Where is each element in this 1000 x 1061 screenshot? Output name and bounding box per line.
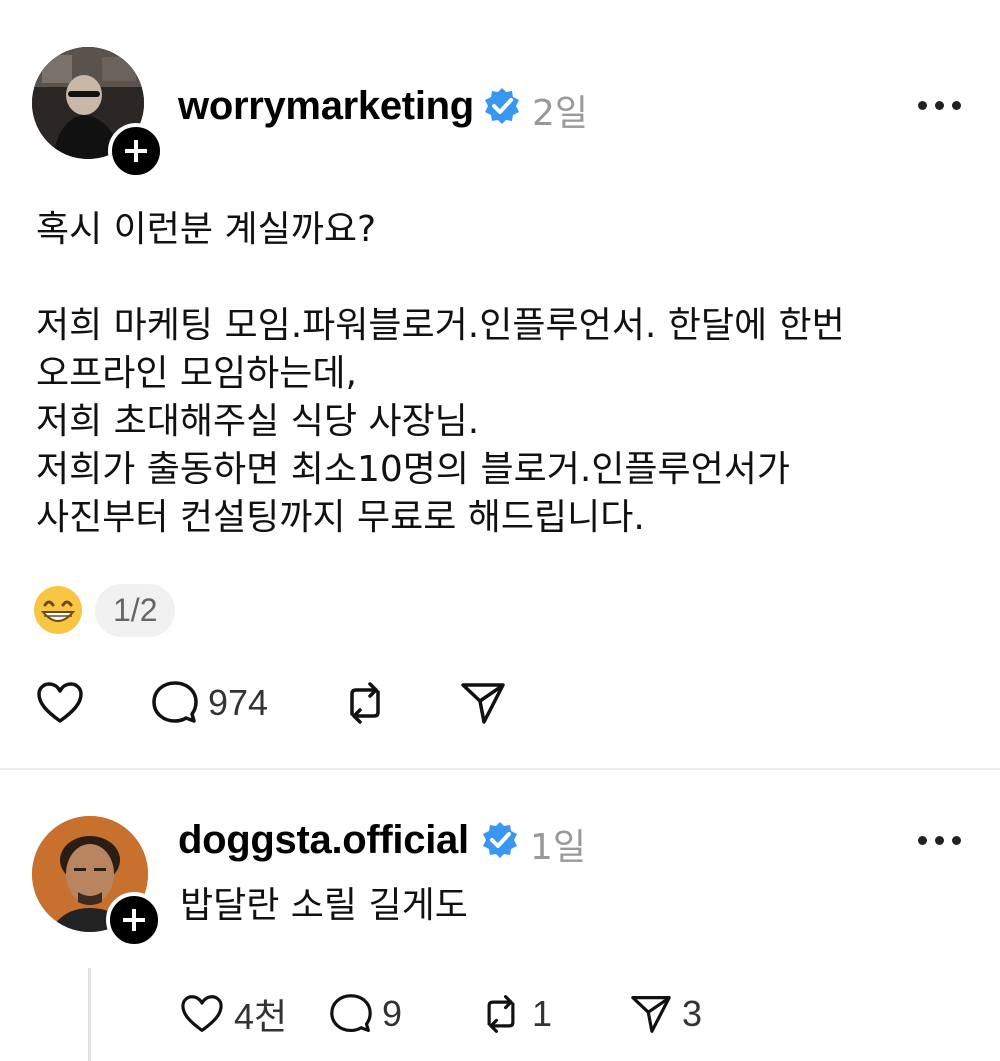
plus-icon (125, 140, 147, 162)
comment-count: 9 (382, 993, 403, 1034)
verified-badge-icon (485, 88, 519, 124)
share-count: 3 (682, 993, 703, 1034)
repost-button[interactable]: 1 (480, 993, 630, 1035)
post-actions: 974 (36, 680, 516, 726)
more-options-button[interactable] (918, 836, 961, 845)
post-time: 2일 (532, 93, 589, 134)
repost-count: 1 (532, 993, 553, 1034)
repost-button[interactable] (342, 680, 460, 726)
more-dot-icon (952, 101, 961, 110)
comment-count: 974 (208, 682, 269, 723)
grinning-face-emoji-icon (34, 586, 82, 634)
share-button[interactable]: 3 (630, 993, 702, 1035)
reply-time: 1일 (530, 827, 587, 868)
like-count: 4천 (234, 996, 288, 1037)
share-button[interactable] (460, 681, 516, 725)
verified-badge-icon (483, 822, 517, 858)
send-icon (631, 996, 671, 1033)
more-options-button[interactable] (918, 101, 961, 110)
plus-icon (123, 909, 145, 931)
comment-bubble-icon (152, 681, 198, 723)
more-dot-icon (935, 101, 944, 110)
heart-icon (181, 995, 223, 1032)
follow-plus-button[interactable] (108, 123, 164, 179)
more-dot-icon (918, 836, 927, 845)
more-dot-icon (935, 836, 944, 845)
repost-icon (350, 682, 380, 724)
thread-line (88, 968, 91, 1061)
reply-text: 밥달란 소릴 길게도 (180, 885, 468, 926)
like-button[interactable] (36, 681, 152, 725)
like-button[interactable]: 4천 (180, 988, 330, 1040)
more-dot-icon (918, 101, 927, 110)
reply-actions: 4천 9 1 3 (180, 988, 702, 1040)
post-username[interactable]: worrymarketing (178, 84, 474, 129)
heart-icon (37, 682, 83, 723)
more-dot-icon (952, 836, 961, 845)
send-icon (461, 683, 505, 724)
reply-username[interactable]: doggsta.official (178, 818, 469, 863)
repost-icon (487, 995, 515, 1033)
comment-button[interactable]: 9 (330, 993, 480, 1035)
post: worrymarketing 2일 혹시 이런분 계실까요? 저희 마케팅 모임… (0, 0, 1000, 770)
follow-plus-button[interactable] (106, 892, 162, 948)
page-indicator: 1/2 (95, 584, 176, 637)
comment-button[interactable]: 974 (152, 680, 342, 726)
comment-bubble-icon (330, 994, 372, 1033)
reply-avatar[interactable] (32, 816, 162, 948)
post-avatar[interactable] (32, 47, 164, 179)
reply-post: doggsta.official 1일 밥달란 소릴 길게도 4천 9 1 3 (0, 770, 1000, 1061)
post-text: 혹시 이런분 계실까요? 저희 마케팅 모임.파워블로거.인플루언서. 한달에 … (36, 209, 845, 538)
